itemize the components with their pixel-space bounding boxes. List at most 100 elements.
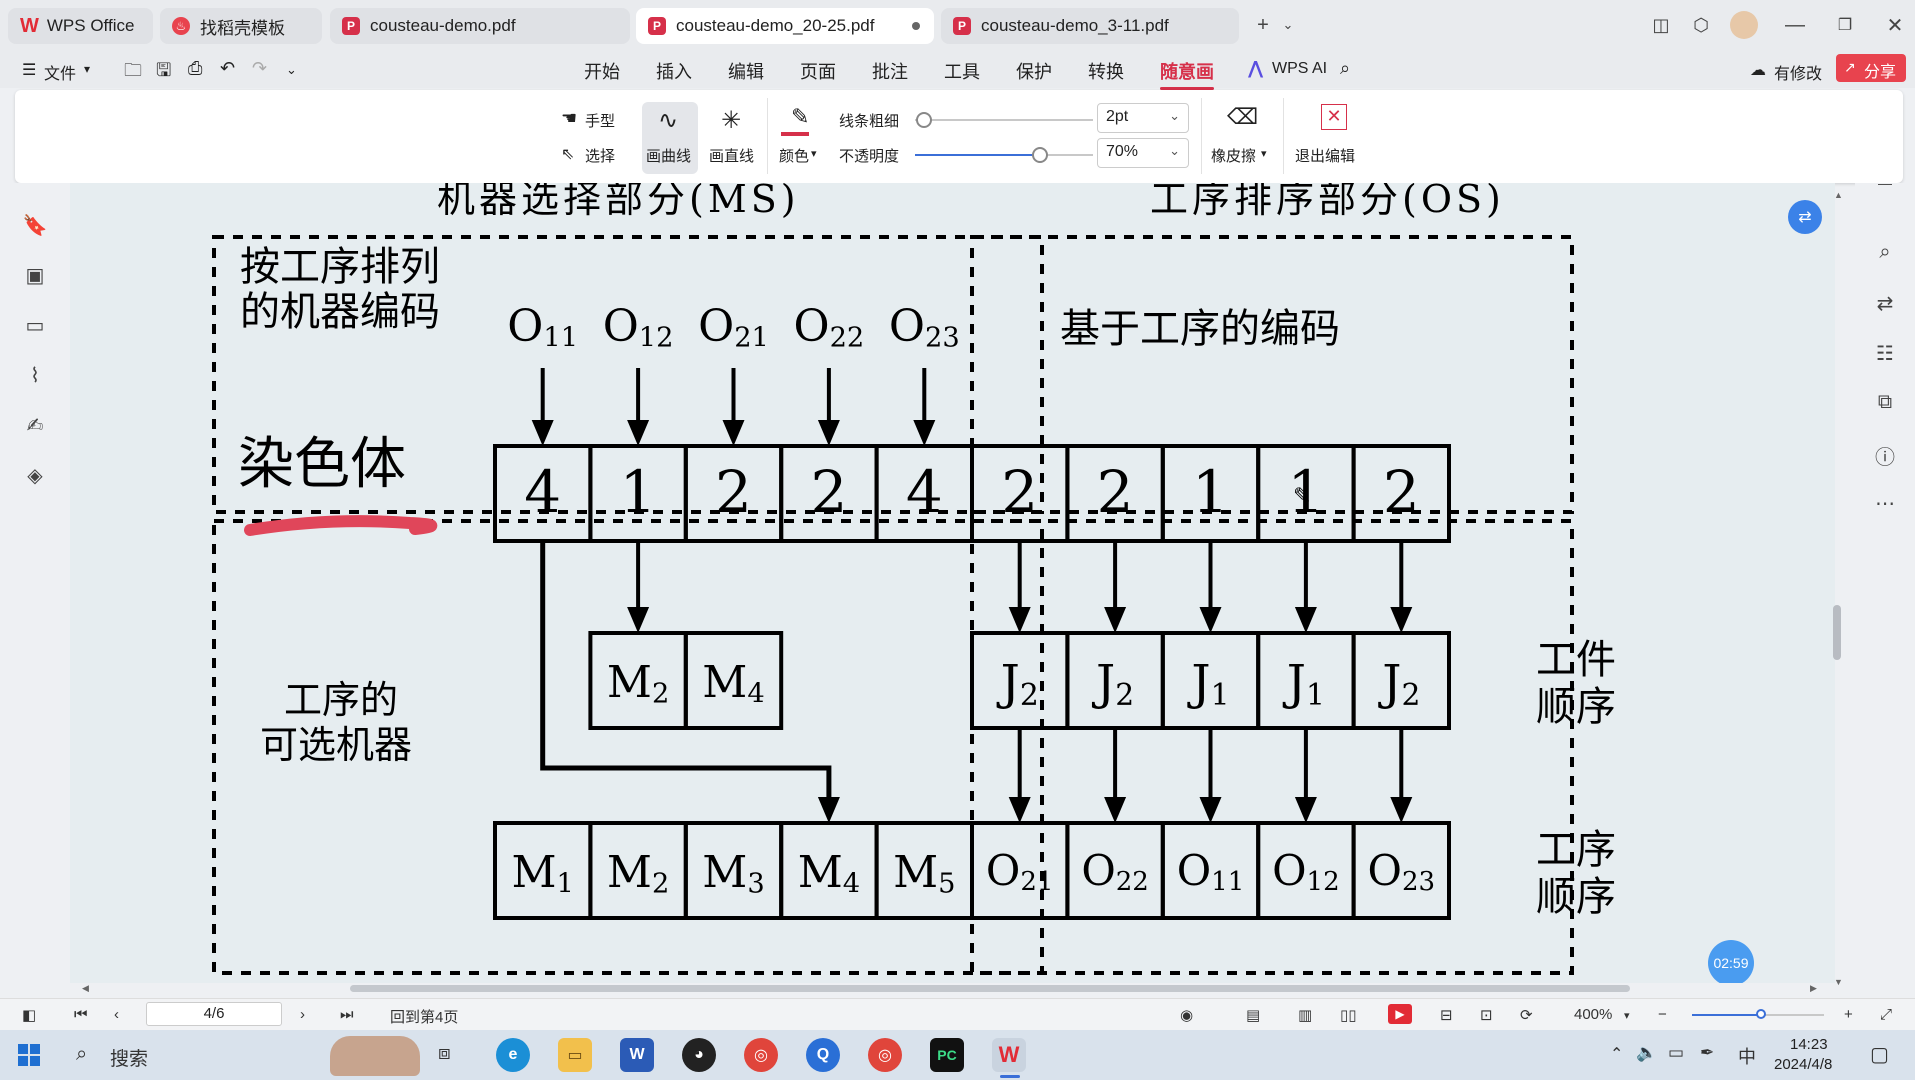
- hand-tool[interactable]: 手型: [585, 110, 615, 131]
- curve-tool-button[interactable]: ∿ 画曲线: [642, 102, 698, 174]
- hamburger-icon[interactable]: ☰: [22, 60, 36, 80]
- restore-icon[interactable]: ❐: [1832, 12, 1858, 38]
- translate-icon[interactable]: ⇄: [1872, 291, 1898, 317]
- window-layout-icon[interactable]: ◫: [1648, 12, 1674, 38]
- horizontal-scroll-thumb[interactable]: [350, 985, 1630, 992]
- tab-list-chevron-icon[interactable]: ⌄: [1275, 12, 1301, 38]
- stroke-width-select[interactable]: 2pt ⌄: [1097, 103, 1189, 133]
- scroll-up-icon[interactable]: ▲: [1834, 190, 1843, 200]
- tray-chevron-icon[interactable]: ⌃: [1610, 1044, 1623, 1064]
- first-page-icon[interactable]: ⏮: [74, 1006, 88, 1023]
- chrome-alt-icon[interactable]: ◎: [868, 1038, 902, 1072]
- redo-icon[interactable]: ↷: [252, 58, 267, 79]
- rotate-icon[interactable]: ⟳: [1520, 1006, 1533, 1024]
- word-icon[interactable]: W: [620, 1038, 654, 1072]
- menu-wps-ai[interactable]: WPS AI: [1272, 60, 1327, 78]
- taskbar-search-box[interactable]: 搜索: [110, 1044, 148, 1071]
- tab-wps-office[interactable]: W WPS Office: [8, 8, 153, 44]
- translate-float-icon[interactable]: ⇄: [1788, 200, 1822, 234]
- stroke-width-knob[interactable]: [915, 112, 932, 128]
- menu-convert[interactable]: 转换: [1088, 58, 1124, 84]
- scroll-down-icon[interactable]: ▼: [1834, 977, 1843, 987]
- page-number-input[interactable]: 4/6: [146, 1002, 282, 1026]
- comment-icon[interactable]: ▭: [22, 313, 48, 339]
- file-explorer-icon[interactable]: ▭: [558, 1038, 592, 1072]
- back-to-page-link[interactable]: 回到第4页: [390, 1006, 458, 1027]
- search-icon[interactable]: ⌕: [1872, 241, 1898, 267]
- thumbnail-icon[interactable]: ▣: [22, 263, 48, 289]
- task-view-icon[interactable]: ⧈: [438, 1042, 451, 1065]
- exit-edit-button[interactable]: ✕ 退出编辑: [1293, 102, 1377, 174]
- help-icon[interactable]: ⓘ: [1872, 441, 1898, 469]
- modified-status[interactable]: 有修改: [1774, 60, 1822, 84]
- eraser-button[interactable]: ⌫ 橡皮擦 ▾: [1207, 102, 1277, 174]
- zoom-slider[interactable]: [1692, 1009, 1824, 1019]
- scroll-left-icon[interactable]: ◀: [82, 983, 89, 994]
- new-tab-icon[interactable]: +: [1250, 12, 1276, 38]
- opacity-knob[interactable]: [1031, 147, 1048, 163]
- print-icon[interactable]: ⎙: [188, 58, 202, 79]
- horizontal-scrollbar[interactable]: ◀ ▶: [70, 980, 1830, 996]
- settings-sliders-icon[interactable]: ☷: [1872, 341, 1898, 367]
- menu-insert[interactable]: 插入: [656, 58, 692, 84]
- more-icon[interactable]: ⋯: [1872, 491, 1898, 517]
- color-picker-button[interactable]: ✎ 颜色 ▾: [777, 102, 831, 174]
- notifications-icon[interactable]: ▢: [1870, 1042, 1889, 1067]
- open-folder-icon[interactable]: 🗀: [124, 58, 142, 88]
- fit-width-icon[interactable]: ⊟: [1440, 1006, 1453, 1024]
- edge-browser-icon[interactable]: e: [496, 1038, 530, 1072]
- browser-q-icon[interactable]: Q: [806, 1038, 840, 1072]
- menu-tools[interactable]: 工具: [944, 58, 980, 84]
- menu-page[interactable]: 页面: [800, 58, 836, 84]
- sidebar-toggle-icon[interactable]: ◧: [22, 1006, 36, 1024]
- menu-edit[interactable]: 编辑: [728, 58, 764, 84]
- menu-annotate[interactable]: 批注: [872, 58, 908, 84]
- cube-icon[interactable]: ⬡: [1688, 12, 1714, 38]
- document-viewport[interactable]: 机器选择部分(MS) 工序排序部分(OS) 按工序排列 的机器编码 基于工序的编…: [70, 183, 1835, 983]
- zoom-slider-knob[interactable]: [1756, 1009, 1766, 1019]
- search-icon[interactable]: ⌕: [1340, 58, 1350, 79]
- dual-page-view-icon[interactable]: ▯▯: [1340, 1006, 1357, 1024]
- close-icon[interactable]: ✕: [1882, 12, 1908, 38]
- collapse-icon[interactable]: —: [1872, 175, 1898, 201]
- pen-tray-icon[interactable]: ✒: [1700, 1043, 1714, 1063]
- scroll-right-icon[interactable]: ▶: [1810, 983, 1817, 994]
- next-page-icon[interactable]: ›: [300, 1006, 305, 1023]
- single-page-view-icon[interactable]: ▤: [1246, 1006, 1260, 1024]
- ime-indicator[interactable]: 中: [1738, 1043, 1756, 1069]
- quick-access-chevron-icon[interactable]: ⌄: [286, 62, 297, 78]
- attachment-icon[interactable]: ⌇: [22, 363, 48, 389]
- menu-freehand[interactable]: 随意画: [1160, 58, 1214, 90]
- compare-icon[interactable]: ⧉: [1872, 391, 1898, 417]
- chrome-icon[interactable]: ◎: [744, 1038, 778, 1072]
- timer-badge[interactable]: 02:59: [1708, 940, 1754, 983]
- avatar[interactable]: [1730, 11, 1758, 39]
- fit-page-icon[interactable]: ⊡: [1480, 1006, 1493, 1024]
- prev-page-icon[interactable]: ‹: [114, 1006, 119, 1023]
- tab-cousteau-demo-3-11[interactable]: P cousteau-demo_3-11.pdf: [941, 8, 1239, 44]
- line-tool-button[interactable]: ✳ 画直线: [705, 102, 761, 174]
- windows-start-icon[interactable]: [18, 1044, 40, 1066]
- zoom-in-icon[interactable]: +: [1844, 1006, 1853, 1023]
- menu-protect[interactable]: 保护: [1016, 58, 1052, 84]
- tab-cousteau-demo[interactable]: P cousteau-demo.pdf: [330, 8, 630, 44]
- pycharm-icon[interactable]: PC: [930, 1038, 964, 1072]
- zoom-out-icon[interactable]: −: [1658, 1006, 1667, 1023]
- select-tool[interactable]: 选择: [585, 145, 615, 166]
- continuous-view-icon[interactable]: ▥: [1298, 1006, 1312, 1024]
- bookmark-icon[interactable]: 🔖: [22, 213, 48, 239]
- fullscreen-icon[interactable]: ⤢: [1880, 1006, 1892, 1023]
- wps-taskbar-icon[interactable]: W: [992, 1038, 1026, 1072]
- undo-icon[interactable]: ↶: [220, 58, 235, 79]
- file-chevron-icon[interactable]: ▾: [84, 62, 90, 76]
- eye-view-icon[interactable]: ◉: [1180, 1006, 1193, 1024]
- opacity-select[interactable]: 70% ⌄: [1097, 138, 1189, 168]
- zoom-level[interactable]: 400%: [1574, 1006, 1612, 1023]
- play-slideshow-icon[interactable]: ▶: [1388, 1004, 1412, 1024]
- layers-icon[interactable]: ◈: [22, 463, 48, 489]
- signature-icon[interactable]: ✍: [22, 413, 48, 439]
- tab-template[interactable]: ♨ 找稻壳模板: [160, 8, 322, 44]
- tab-cousteau-demo-20-25[interactable]: P cousteau-demo_20-25.pdf: [636, 8, 934, 44]
- file-menu[interactable]: 文件: [44, 60, 76, 84]
- save-icon[interactable]: 🖫: [156, 58, 171, 88]
